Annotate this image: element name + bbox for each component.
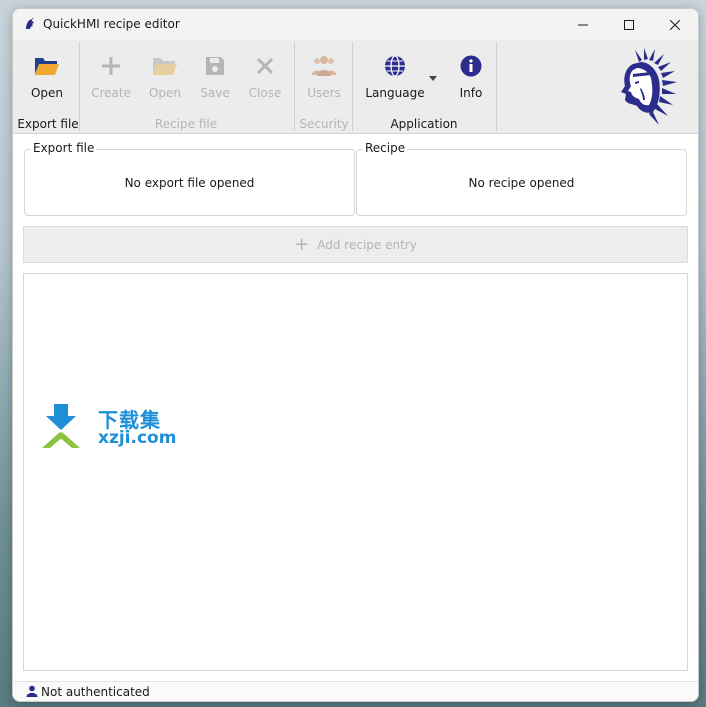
open-recipe-button[interactable]: Open [147, 46, 183, 106]
language-label: Language [365, 86, 425, 100]
close-icon [251, 52, 279, 80]
group-label-security: Security [299, 117, 349, 131]
users-button[interactable]: Users [306, 46, 342, 106]
create-recipe-button[interactable]: Create [91, 46, 131, 106]
app-logo-icon [26, 17, 34, 29]
save-label: Save [200, 86, 230, 100]
group-label-export-file: Export file [17, 117, 79, 131]
chief-headdress-logo-icon [621, 48, 677, 125]
ribbon-separator [496, 42, 497, 131]
export-file-status: No export file opened [124, 176, 255, 190]
status-bar: Not authenticated [13, 681, 698, 701]
info-label: Info [459, 86, 483, 100]
recipe-legend: Recipe [363, 141, 408, 155]
save-icon [201, 52, 229, 80]
users-label: Users [307, 86, 341, 100]
add-recipe-entry-button[interactable]: + Add recipe entry [23, 226, 688, 263]
minimize-button[interactable] [560, 9, 606, 40]
watermark-line2: xzji.com [98, 428, 177, 448]
globe-icon [381, 52, 409, 80]
recipe-panel: Recipe No recipe opened [356, 141, 687, 216]
close-recipe-button[interactable]: Close [247, 46, 283, 106]
create-label: Create [91, 86, 131, 100]
close-icon [670, 19, 680, 30]
plus-icon: + [294, 234, 310, 255]
ribbon-separator [294, 42, 295, 131]
users-icon [310, 52, 338, 80]
ribbon-toolbar: Open Export file Create Open Save Close … [13, 40, 698, 134]
app-window: QuickHMI recipe editor Open Export file [12, 8, 699, 702]
export-file-legend: Export file [31, 141, 97, 155]
maximize-button[interactable] [606, 9, 652, 40]
recipe-status: No recipe opened [468, 176, 575, 190]
authentication-status: Not authenticated [41, 685, 150, 699]
plus-icon [97, 52, 125, 80]
ribbon-separator [79, 42, 80, 131]
title-bar[interactable]: QuickHMI recipe editor [13, 9, 698, 40]
close-label: Close [248, 86, 282, 100]
user-icon [26, 685, 38, 697]
open-recipe-label: Open [148, 86, 182, 100]
watermark-logo-icon [42, 404, 80, 448]
group-label-application: Application [390, 117, 458, 131]
ribbon-separator [352, 42, 353, 131]
watermark: 下载集 xzji.com [40, 404, 180, 448]
group-label-recipe-file: Recipe file [154, 117, 218, 131]
window-title: QuickHMI recipe editor [43, 17, 180, 31]
save-recipe-button[interactable]: Save [197, 46, 233, 106]
language-button[interactable]: Language [365, 46, 425, 106]
close-window-button[interactable] [652, 9, 698, 40]
open-export-label: Open [30, 86, 64, 100]
folder-open-icon [33, 52, 61, 80]
open-export-file-button[interactable]: Open [25, 46, 69, 106]
info-button[interactable]: Info [453, 46, 489, 106]
maximize-icon [624, 19, 634, 30]
language-dropdown-arrow-icon[interactable] [429, 76, 437, 81]
info-icon [457, 52, 485, 80]
folder-open-icon [151, 52, 179, 80]
export-file-panel: Export file No export file opened [24, 141, 355, 216]
recipe-entries-list[interactable]: 下载集 xzji.com [23, 273, 688, 671]
minimize-icon [578, 24, 588, 25]
add-recipe-entry-label: Add recipe entry [317, 237, 417, 252]
